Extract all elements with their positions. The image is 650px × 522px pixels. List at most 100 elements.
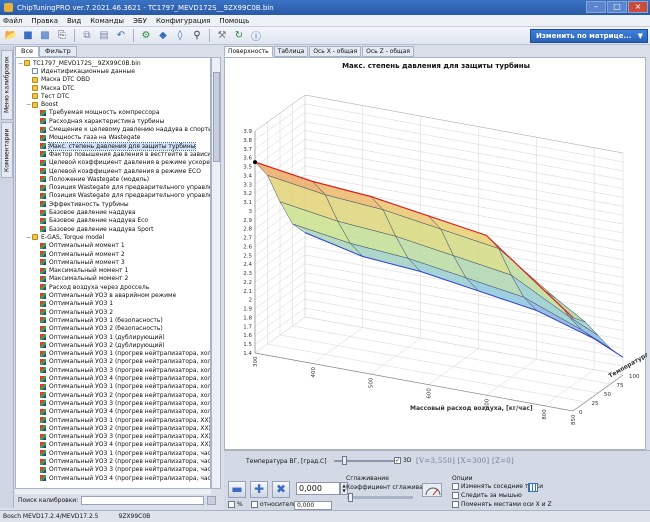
opt-swap-axes[interactable]: Поменять местами оси X и Z [452, 501, 552, 508]
tab-surface[interactable]: Поверхность [224, 46, 273, 57]
tree-item[interactable]: Оптимальный момент 3 [34, 258, 125, 266]
refresh-icon[interactable]: ↻ [232, 29, 246, 43]
grid-icon[interactable] [528, 483, 538, 492]
minimize-button[interactable]: – [586, 1, 606, 13]
check-3d[interactable]: ✓ 3D [394, 457, 411, 464]
tree-item[interactable]: Оптимальный момент 1 [34, 242, 125, 250]
tree-item[interactable]: Базовое давление наддува [34, 208, 135, 216]
tree-item[interactable]: Оптимальный УОЗ 2 (прогрев нейтрализатор… [34, 457, 210, 465]
scrollbar-thumb[interactable] [213, 72, 220, 162]
tree-item[interactable]: Оптимальный УОЗ 1 (дублирующий) [34, 333, 165, 341]
paste-icon[interactable]: ▤ [97, 29, 111, 43]
tab-axis-x[interactable]: Ось X - общая [309, 46, 362, 57]
tree-item[interactable]: Оптимальный УОЗ в аварийном режиме [34, 291, 176, 299]
add-button[interactable]: ✚ [250, 481, 268, 498]
tree-item[interactable]: Тест DTC [26, 92, 69, 100]
relative-value-input[interactable]: 0,000 [294, 501, 332, 510]
opt-follow-mouse[interactable]: Следить за мышью [452, 492, 522, 499]
check-3d-box[interactable]: ✓ [394, 457, 401, 464]
tree-item[interactable]: Требуемая мощность компрессора [34, 109, 160, 117]
tree-item[interactable]: − E-GAS, Torque model [26, 233, 104, 241]
menu-edit[interactable]: Правка [31, 17, 58, 25]
tree-item[interactable]: Оптимальный УОЗ 4 (прогрев нейтрализатор… [34, 441, 210, 449]
tree-item[interactable]: Базовое давление наддува Sport [34, 225, 153, 233]
tree-item[interactable]: Максимальный момент 2 [34, 275, 128, 283]
tree-item[interactable]: Маска DTC OBD [26, 76, 90, 84]
opt-neighbors-checkbox[interactable] [452, 483, 459, 490]
tree-item[interactable]: Оптимальный УОЗ 3 (прогрев нейтрализатор… [34, 433, 210, 441]
tab-axis-z[interactable]: Ось Z - общая [362, 46, 414, 57]
menu-view[interactable]: Вид [67, 17, 81, 25]
smooth-apply-icon[interactable] [422, 483, 442, 497]
save-as-icon[interactable]: ▩ [38, 29, 52, 43]
side-tab-calibrations[interactable]: Меню калибровок [1, 50, 13, 120]
search-icon[interactable]: ⚲ [190, 29, 204, 43]
menu-ecu[interactable]: ЭБУ [133, 17, 147, 25]
tab-filter[interactable]: Фильтр [39, 46, 77, 57]
tree-item[interactable]: Оптимальный УОЗ 4 (прогрев нейтрализатор… [34, 474, 210, 482]
tree-item[interactable]: − Boost [26, 101, 58, 109]
tree-item[interactable]: Целевой коэффициент давления в режиме EC… [34, 167, 201, 175]
menu-config[interactable]: Конфигурация [156, 17, 210, 25]
tree-item[interactable]: Оптимальный УОЗ 1 (прогрев нейтрализатор… [34, 449, 210, 457]
tree-item[interactable]: Мощность газа на Wastegate [34, 134, 140, 142]
percent-checkbox[interactable] [228, 501, 235, 508]
multiply-button[interactable]: ✖ [272, 481, 290, 498]
tree-item[interactable]: Оптимальный УОЗ 3 (прогрев нейтрализатор… [34, 366, 210, 374]
surface-chart-panel[interactable]: Макс. степень давления для защиты турбин… [224, 57, 647, 451]
percent-check[interactable]: % [228, 501, 243, 508]
connect-icon[interactable]: ⚙ [139, 29, 153, 43]
tree-item[interactable]: Базовое давление наддува Eco [34, 217, 148, 225]
tree-item[interactable]: Оптимальный УОЗ 1 (безопасность) [34, 316, 163, 324]
tree-item[interactable]: Оптимальный УОЗ 2 (безопасность) [34, 325, 163, 333]
search-input[interactable] [81, 495, 205, 505]
value-input[interactable]: 0,000 [296, 482, 340, 495]
tree-item[interactable]: Оптимальный УОЗ 1 (прогрев нейтрализатор… [34, 383, 210, 391]
surface-chart[interactable]: 1.4 1.5 1.6 1.7 1.8 1.9 2 2.1 2.2 2.3 2.4 2.5 2.6 2.7… [225, 58, 647, 451]
side-tab-comments[interactable]: Комментарии [1, 122, 13, 178]
menu-commands[interactable]: Команды [90, 17, 124, 25]
opt-swap-axes-checkbox[interactable] [452, 501, 459, 508]
tree-item[interactable]: Оптимальный УОЗ 3 (прогрев нейтрализатор… [34, 399, 210, 407]
tree-item[interactable]: Оптимальный УОЗ 2 [34, 308, 113, 316]
tree-item[interactable]: Макс. степень давления для защиты турбин… [34, 141, 197, 151]
undo-icon[interactable]: ↶ [114, 29, 128, 43]
tree-item[interactable]: Фактор повышения давления в вестгейте в … [34, 150, 210, 158]
copy-icon[interactable]: ⧉ [80, 29, 94, 43]
tree-item[interactable]: − TC1797_MEVD172S__9ZX99C0B.bin [18, 59, 141, 67]
open-folder-icon[interactable]: 📂 [4, 29, 18, 43]
tree-item[interactable]: Оптимальный УОЗ 1 (прогрев нейтрализатор… [34, 416, 210, 424]
relative-checkbox[interactable] [251, 501, 258, 508]
maximize-button[interactable]: □ [607, 1, 627, 13]
tree-item[interactable]: Оптимальный момент 2 [34, 250, 125, 258]
opt-follow-mouse-checkbox[interactable] [452, 492, 459, 499]
tree-item[interactable]: Оптимальный УОЗ 3 (прогрев нейтрализатор… [34, 466, 210, 474]
tree-item[interactable]: Расход воздуха через дроссель [34, 283, 149, 291]
slider-knob[interactable] [342, 456, 347, 465]
tree-item[interactable]: Позиция Wastegate для предварительного у… [34, 184, 210, 192]
help-icon[interactable]: ⓘ [249, 29, 263, 43]
settings-icon[interactable]: ⚒ [215, 29, 229, 43]
tree-item[interactable]: Целевой коэффициент давления в режиме ус… [34, 159, 210, 167]
tab-all[interactable]: Все [15, 46, 40, 57]
tree-item[interactable]: Оптимальный УОЗ 1 [34, 300, 113, 308]
close-button[interactable]: × [628, 1, 648, 13]
save-icon[interactable]: ■ [21, 29, 35, 43]
tree-item[interactable]: Оптимальный УОЗ 2 (прогрев нейтрализатор… [34, 424, 210, 432]
tree-item[interactable]: Маска DTC [26, 84, 74, 92]
menu-file[interactable]: Файл [3, 17, 22, 25]
tree-item[interactable]: Смещение к целевому давлению наддува в с… [34, 125, 210, 133]
smoothing-slider[interactable] [347, 496, 413, 499]
tree-item[interactable]: Положение Wastegate (модель) [34, 175, 149, 183]
tree-item[interactable]: Оптимальный УОЗ 2 (прогрев нейтрализатор… [34, 358, 210, 366]
tree-item[interactable]: Оптимальный УОЗ 1 (прогрев нейтрализатор… [34, 350, 210, 358]
checksum-icon[interactable]: ◆ [156, 29, 170, 43]
tree-item[interactable]: Оптимальный УОЗ 2 (дублирующий) [34, 341, 165, 349]
tree-item[interactable]: Оптимальный УОЗ 4 (прогрев нейтрализатор… [34, 374, 210, 382]
smoothing-knob[interactable] [348, 493, 353, 502]
tree-item[interactable]: Оптимальный УОЗ 2 (прогрев нейтрализатор… [34, 391, 210, 399]
subtract-button[interactable]: ▬ [228, 481, 246, 498]
menu-help[interactable]: Помощь [219, 17, 249, 25]
print-icon[interactable]: ⎘ [55, 29, 69, 43]
tree-item[interactable]: Оптимальный УОЗ 4 (прогрев нейтрализатор… [34, 408, 210, 416]
